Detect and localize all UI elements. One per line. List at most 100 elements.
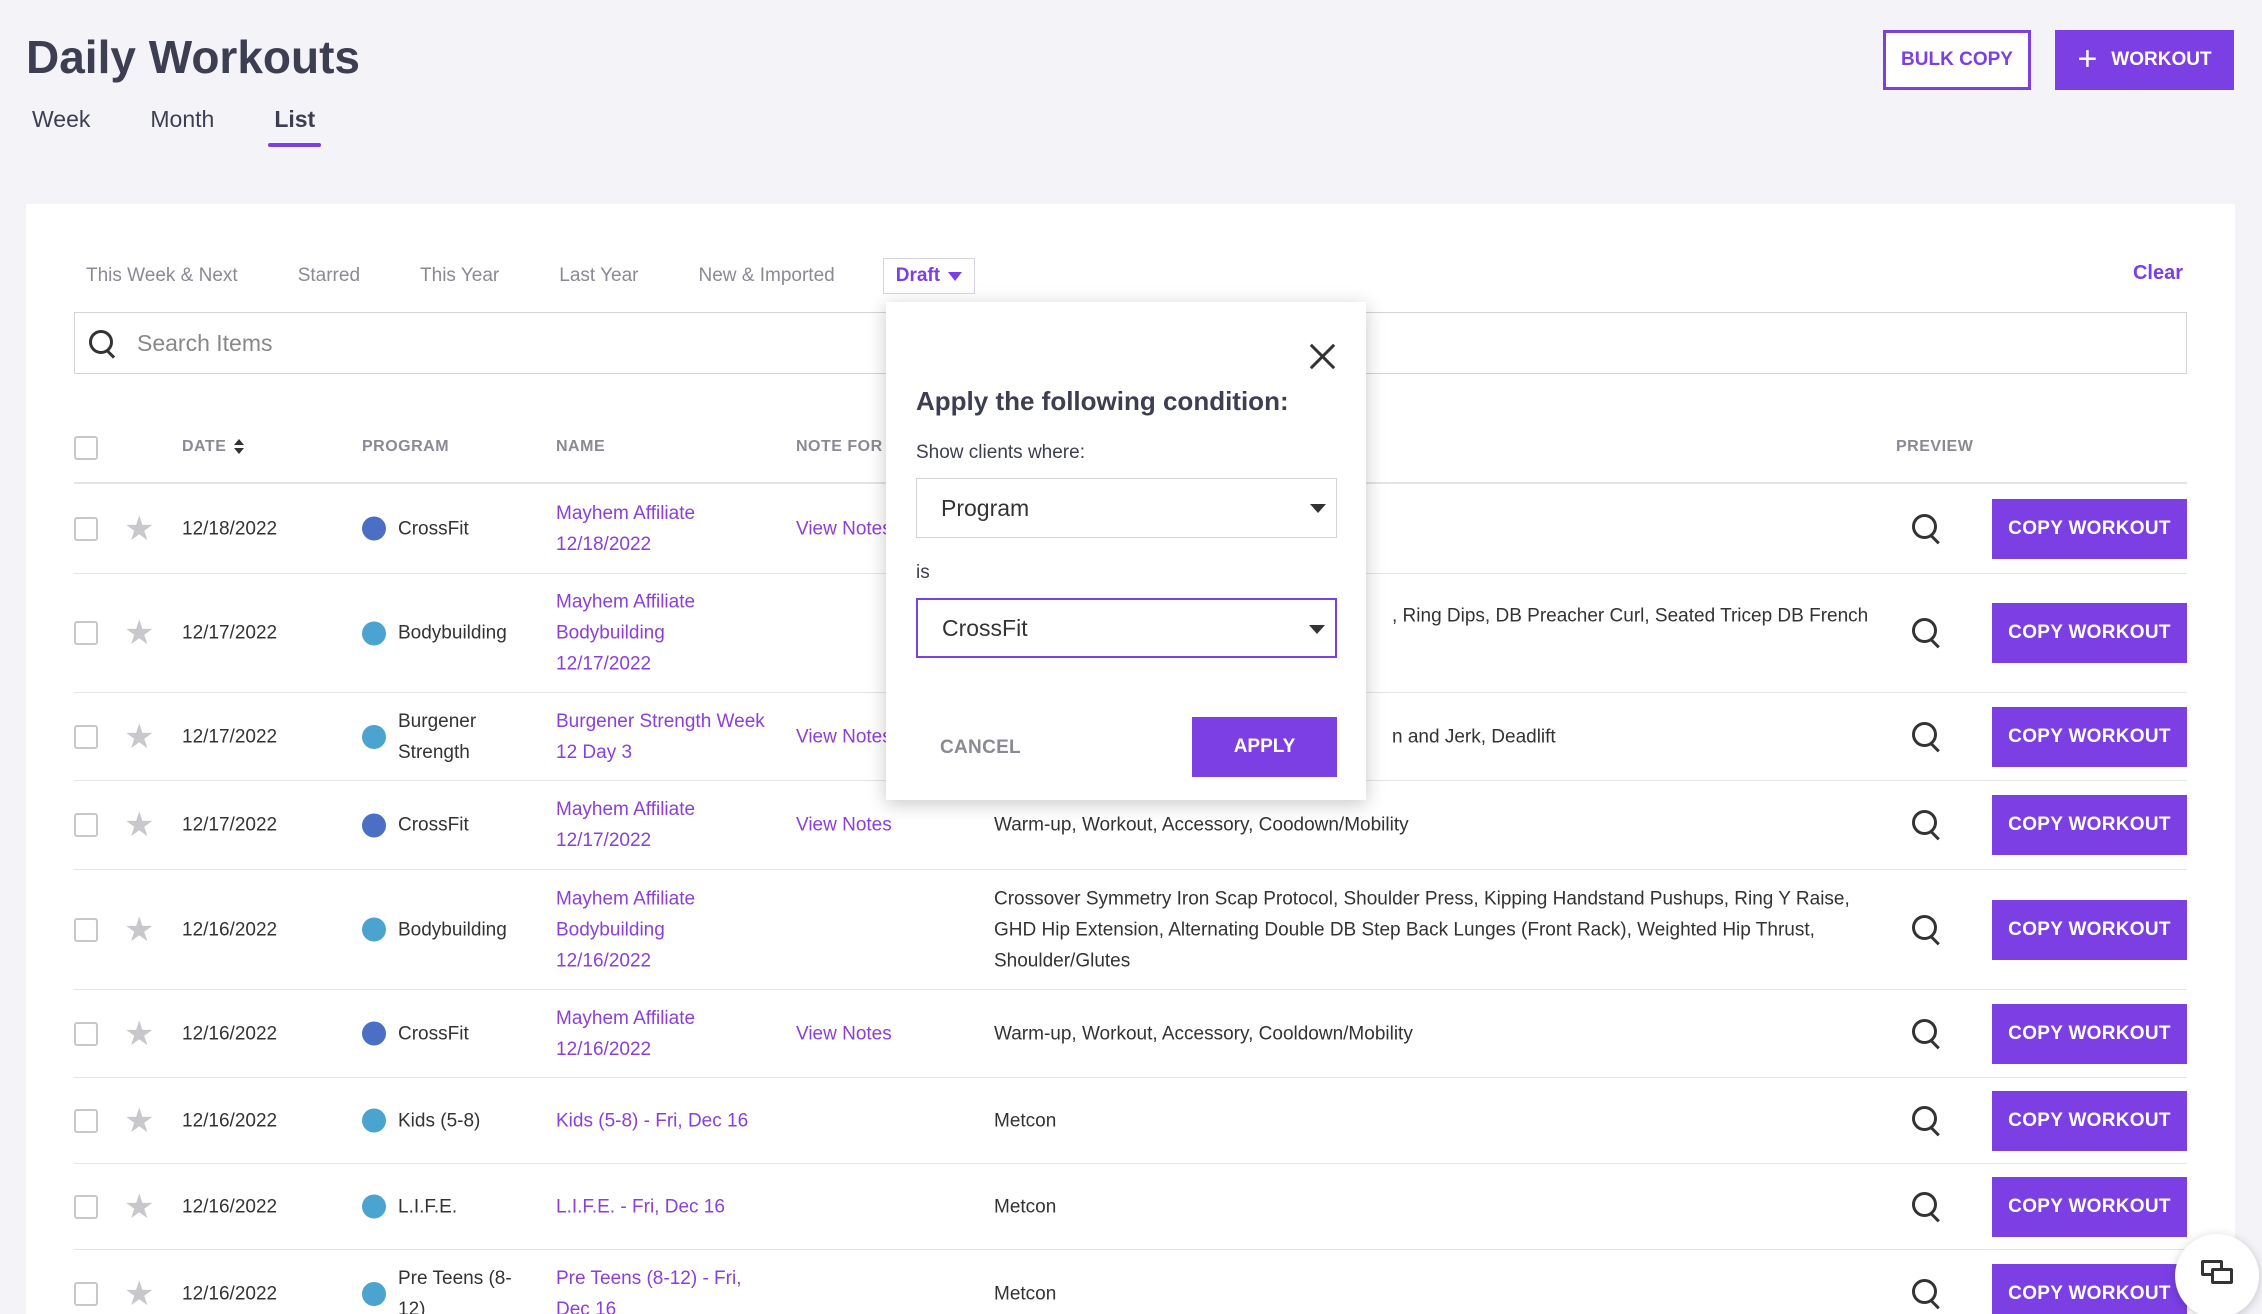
row-summary: , Ring Dips, DB Preacher Curl, Seated Tr… [1392,605,1869,627]
row-name-link[interactable]: Mayhem Affiliate 12/17/2022 [556,794,695,856]
header-name: NAME [556,438,606,455]
row-summary: Metcon [994,1196,1057,1217]
star-icon[interactable]: ★ [124,616,154,650]
row-program: L.I.F.E. [362,1191,457,1222]
row-name-link[interactable]: Pre Teens (8-12) - Fri, Dec 16 [556,1263,741,1314]
cancel-button[interactable]: CANCEL [940,737,1021,759]
condition-popup: Apply the following condition: Show clie… [886,302,1366,800]
row-date: 12/18/2022 [182,518,278,539]
copy-workout-button[interactable]: COPY WORKOUT [1992,1003,2187,1064]
star-icon[interactable]: ★ [124,512,154,546]
row-summary: n and Jerk, Deadlift [1392,726,1556,747]
header-note: NOTE FOR C [796,438,900,455]
preview-search-icon[interactable] [1912,1191,1942,1222]
program-color-dot [362,917,386,942]
search-icon [89,330,115,356]
row-checkbox[interactable] [74,813,98,837]
view-notes-link[interactable]: View Notes [796,513,892,544]
apply-button[interactable]: APPLY [1192,717,1337,777]
row-name-line: Pre Teens (8-12) - Fri, [556,1268,742,1289]
view-notes-link[interactable]: View Notes [796,721,892,752]
star-icon[interactable]: ★ [124,1104,154,1138]
row-name-link[interactable]: Burgener Strength Week 12 Day 3 [556,706,765,768]
search-input[interactable] [137,329,937,357]
star-icon[interactable]: ★ [124,808,154,842]
row-checkbox[interactable] [74,1194,98,1219]
preview-search-icon[interactable] [1912,721,1942,752]
preview-search-icon[interactable] [1912,1105,1942,1136]
table-row: ★ 12/16/2022 CrossFit Mayhem Affiliate 1… [74,990,2187,1078]
close-icon[interactable] [1308,342,1336,370]
copy-workout-button[interactable]: COPY WORKOUT [1992,1090,2187,1151]
preview-search-icon[interactable] [1912,513,1942,544]
condition-field-select[interactable]: Program [916,478,1337,538]
copy-workout-button[interactable]: COPY WORKOUT [1992,706,2187,767]
preview-search-icon[interactable] [1912,1018,1942,1049]
row-name-link[interactable]: Mayhem Affiliate 12/16/2022 [556,1003,695,1065]
row-checkbox[interactable] [74,1108,98,1133]
condition-field-value: Program [941,494,1030,521]
chat-button[interactable] [2175,1234,2259,1314]
show-clients-label: Show clients where: [916,442,1085,463]
filter-this-year[interactable]: This Year [420,265,499,287]
row-name-line: Mayhem Affiliate [556,591,696,613]
preview-search-icon[interactable] [1912,810,1942,840]
row-date: 12/16/2022 [182,1283,278,1305]
row-program: Bodybuilding [362,618,507,649]
copy-workout-button[interactable]: COPY WORKOUT [1992,795,2187,855]
filter-this-week-next[interactable]: This Week & Next [86,265,238,287]
bulk-copy-button[interactable]: BULK COPY [1883,30,2031,90]
tab-week[interactable]: Week [32,106,90,147]
program-color-dot [362,1108,386,1133]
filter-starred[interactable]: Starred [298,265,360,287]
program-label: Kids (5-8) [398,1110,481,1131]
row-name-line: 12 Day 3 [556,741,633,763]
copy-workout-button[interactable]: COPY WORKOUT [1992,603,2187,663]
filter-new-imported[interactable]: New & Imported [699,265,835,287]
copy-workout-button[interactable]: COPY WORKOUT [1992,899,2187,960]
row-name-line: 12/16/2022 [556,1038,652,1060]
row-name-link[interactable]: Mayhem Affiliate Bodybuilding 12/17/2022 [556,587,695,680]
row-name-line: Mayhem Affiliate [556,799,696,820]
select-all-checkbox[interactable] [74,436,98,460]
row-program: Kids (5-8) [362,1105,480,1136]
row-checkbox[interactable] [74,516,98,541]
program-color-dot [362,813,386,837]
star-icon[interactable]: ★ [124,1017,154,1051]
preview-search-icon[interactable] [1912,914,1942,945]
row-checkbox[interactable] [74,621,98,645]
star-icon[interactable]: ★ [124,913,154,947]
view-notes-link[interactable]: View Notes [796,810,892,841]
row-checkbox[interactable] [74,917,98,942]
add-workout-button[interactable]: + WORKOUT [2055,30,2234,90]
row-checkbox[interactable] [74,1282,98,1306]
star-icon[interactable]: ★ [124,1190,154,1224]
condition-value-select[interactable]: CrossFit [916,598,1337,658]
preview-search-icon[interactable] [1912,1279,1942,1309]
copy-workout-button[interactable]: COPY WORKOUT [1992,1176,2187,1237]
popup-title: Apply the following condition: [916,386,1289,416]
filter-last-year[interactable]: Last Year [559,265,638,287]
row-checkbox[interactable] [74,1021,98,1046]
copy-workout-button[interactable]: COPY WORKOUT [1992,498,2187,559]
star-icon[interactable]: ★ [124,1277,154,1311]
header-date[interactable]: DATE [182,438,245,456]
view-notes-link[interactable]: View Notes [796,1018,892,1049]
copy-workout-button[interactable]: COPY WORKOUT [1992,1264,2187,1314]
row-name-link[interactable]: Mayhem Affiliate Bodybuilding 12/16/2022 [556,883,695,976]
row-name-link[interactable]: L.I.F.E. - Fri, Dec 16 [556,1191,725,1222]
row-name-link[interactable]: Kids (5-8) - Fri, Dec 16 [556,1105,748,1136]
tab-month[interactable]: Month [150,106,214,147]
program-color-dot [362,621,386,645]
row-date: 12/16/2022 [182,919,278,940]
row-name-link[interactable]: Mayhem Affiliate 12/18/2022 [556,498,695,560]
clear-filters-link[interactable]: Clear [2133,262,2183,285]
preview-search-icon[interactable] [1912,618,1942,648]
bulk-copy-label: BULK COPY [1901,49,2013,70]
star-icon[interactable]: ★ [124,720,154,754]
tab-list[interactable]: List [268,106,322,147]
row-date: 12/16/2022 [182,1110,278,1131]
filter-draft-dropdown[interactable]: Draft [882,258,976,294]
row-checkbox[interactable] [74,724,98,749]
row-name-line: Kids (5-8) - Fri, Dec 16 [556,1110,749,1131]
